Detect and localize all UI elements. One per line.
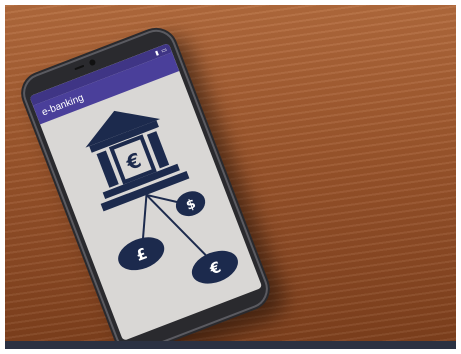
phone-screen: ▮ ▭ e-banking € $ £ € bbox=[29, 42, 263, 341]
photo-frame: ▮ ▭ e-banking € $ £ € bbox=[5, 5, 456, 349]
smartphone: ▮ ▭ e-banking € $ £ € bbox=[14, 21, 277, 349]
desk-edge bbox=[5, 341, 456, 349]
front-camera bbox=[88, 58, 97, 67]
banking-illustration: € $ £ € bbox=[85, 110, 238, 284]
signal-icon: ▮ bbox=[154, 48, 160, 57]
speaker-grille bbox=[74, 64, 85, 71]
